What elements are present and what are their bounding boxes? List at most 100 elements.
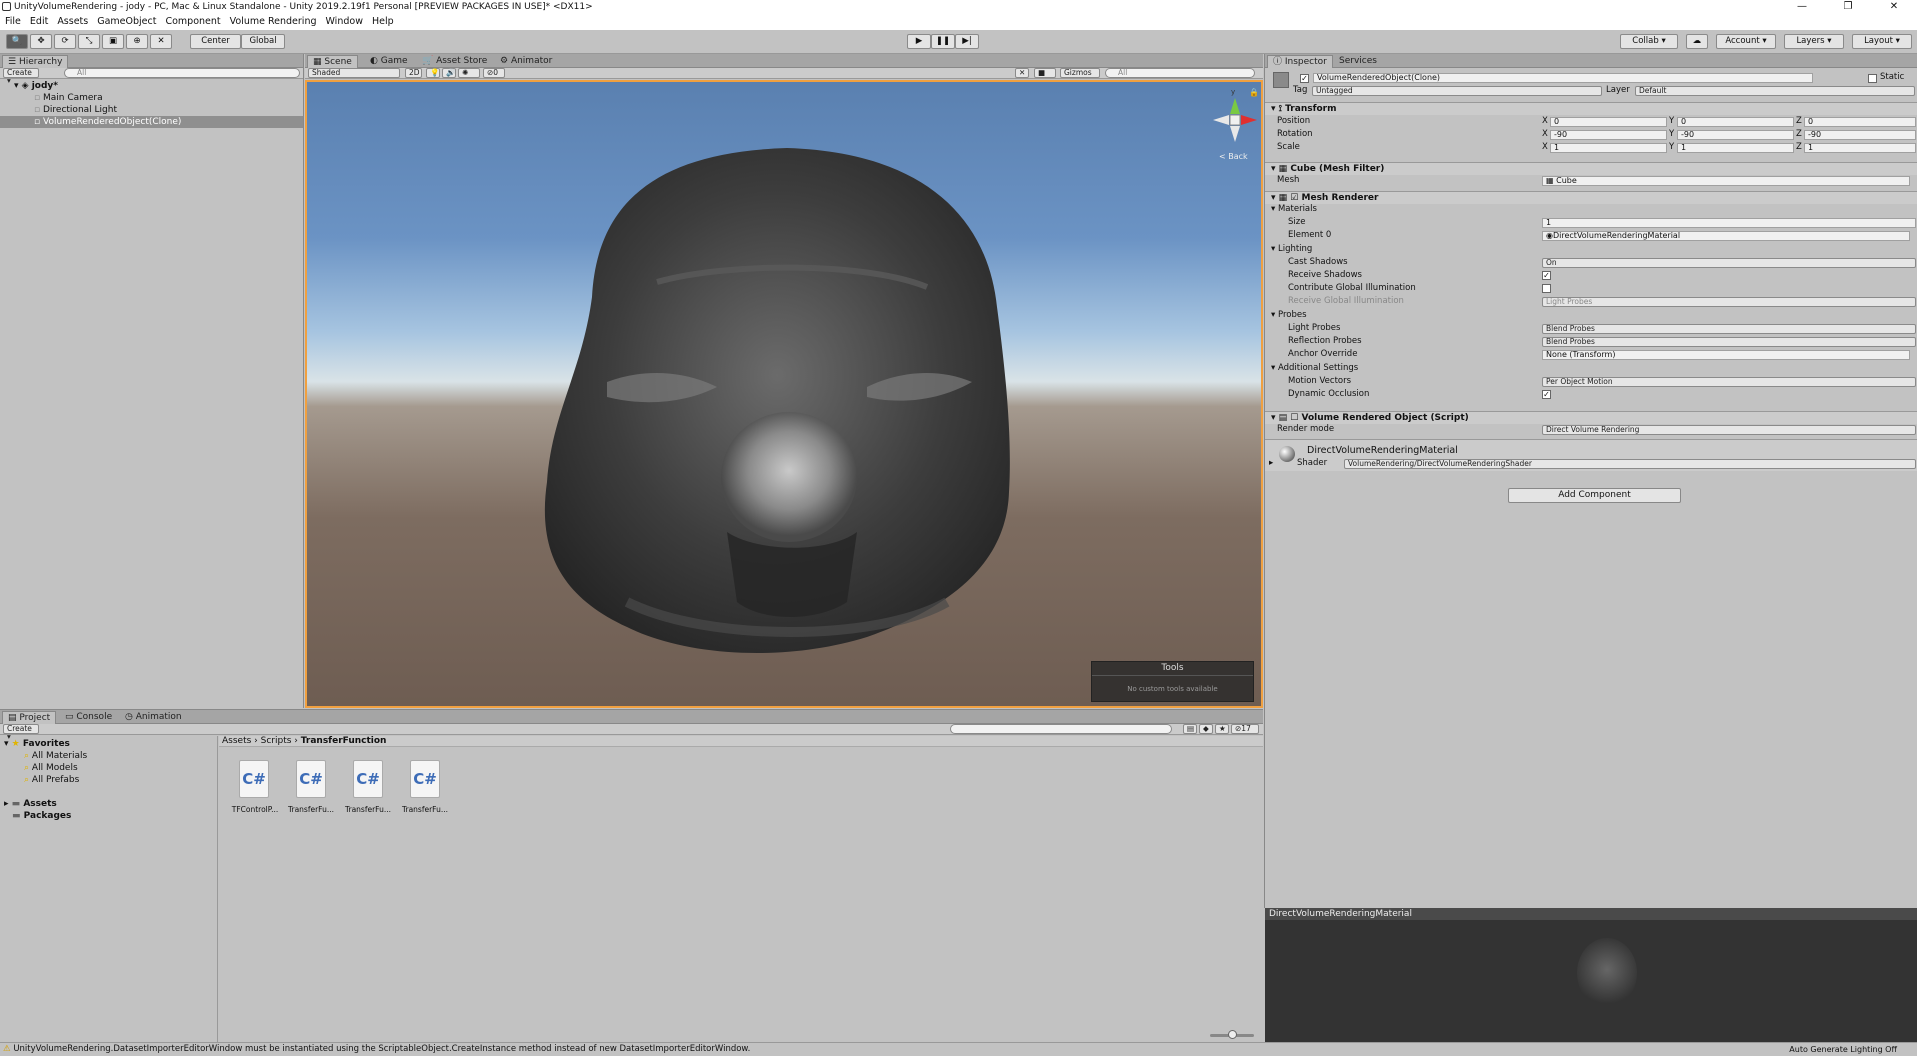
receive-shadows-checkbox[interactable]: ✓ bbox=[1542, 271, 1551, 280]
tab-project[interactable]: ▤ Project bbox=[2, 711, 57, 724]
layer-dropdown[interactable]: Default bbox=[1635, 86, 1915, 96]
status-message[interactable]: UnityVolumeRendering.DatasetImporterEdit… bbox=[13, 1044, 750, 1054]
favorites-folder[interactable]: ▾ ★ Favorites bbox=[0, 738, 217, 750]
motion-vectors-dropdown[interactable]: Per Object Motion bbox=[1542, 377, 1916, 387]
tab-animator[interactable]: ⚙ Animator bbox=[495, 55, 557, 68]
move-tool-button[interactable]: ✥ bbox=[30, 34, 52, 49]
menu-file[interactable]: File bbox=[1, 14, 25, 30]
material-foldout-arrow[interactable]: ▸ bbox=[1269, 458, 1273, 469]
csharp-file-icon[interactable]: C# bbox=[296, 760, 326, 798]
tag-dropdown[interactable]: Untagged bbox=[1312, 86, 1602, 96]
csharp-file-icon[interactable]: C# bbox=[353, 760, 383, 798]
rotation-x-field[interactable]: -90 bbox=[1550, 130, 1667, 140]
favorite-button[interactable]: ★ bbox=[1215, 724, 1229, 734]
2d-toggle[interactable]: 2D bbox=[405, 68, 422, 78]
transform-tool-button[interactable]: ⊕ bbox=[126, 34, 148, 49]
shading-mode-dropdown[interactable]: Shaded bbox=[308, 68, 400, 78]
favorite-item[interactable]: ⌕ All Prefabs bbox=[0, 774, 217, 786]
tab-inspector[interactable]: ⓘ Inspector bbox=[1267, 55, 1333, 68]
orientation-gizmo[interactable] bbox=[1205, 90, 1263, 150]
menu-component[interactable]: Component bbox=[161, 14, 224, 30]
custom-tool-button[interactable]: ✕ bbox=[150, 34, 172, 49]
menu-volume-rendering[interactable]: Volume Rendering bbox=[226, 14, 321, 30]
project-search-input[interactable] bbox=[950, 724, 1172, 734]
hidden-packages-toggle[interactable]: ⊘17 bbox=[1231, 724, 1259, 734]
pivot-center-toggle[interactable]: Center bbox=[190, 34, 241, 49]
icon-size-slider-thumb[interactable] bbox=[1228, 1030, 1237, 1039]
tab-scene[interactable]: ▦ Scene bbox=[307, 55, 358, 68]
gizmos-dropdown[interactable]: Gizmos bbox=[1060, 68, 1100, 78]
reflection-probes-dropdown[interactable]: Blend Probes bbox=[1542, 337, 1916, 347]
lighting-foldout[interactable]: ▾ Lighting bbox=[1271, 244, 1312, 255]
anchor-override-field[interactable]: None (Transform) bbox=[1542, 350, 1910, 360]
scene-root-row[interactable]: ▾ ◈ jody* bbox=[0, 80, 303, 92]
breadcrumb-scripts[interactable]: Scripts bbox=[261, 736, 292, 746]
active-checkbox[interactable]: ✓ bbox=[1300, 74, 1309, 83]
back-button[interactable]: < Back bbox=[1219, 152, 1248, 161]
element0-field[interactable]: ◉DirectVolumeRenderingMaterial bbox=[1542, 231, 1910, 241]
assets-folder[interactable]: ▸ ▬ Assets bbox=[0, 798, 217, 810]
script-header[interactable]: ▾ ▤ ☐ Volume Rendered Object (Script) bbox=[1265, 411, 1917, 424]
hierarchy-search-input[interactable]: All bbox=[64, 68, 300, 78]
project-create-dropdown[interactable]: Create ▾ bbox=[3, 724, 39, 741]
maximize-button[interactable]: ❐ bbox=[1825, 0, 1871, 14]
scene-tools-button[interactable]: ✕ bbox=[1015, 68, 1029, 78]
additional-settings-foldout[interactable]: ▾ Additional Settings bbox=[1271, 363, 1358, 374]
rotation-z-field[interactable]: -90 bbox=[1804, 130, 1916, 140]
breadcrumb-assets[interactable]: Assets bbox=[222, 736, 251, 746]
scale-tool-button[interactable]: ⤡ bbox=[78, 34, 100, 49]
tab-animation[interactable]: ◷ Animation bbox=[120, 711, 187, 724]
static-checkbox[interactable] bbox=[1868, 74, 1877, 83]
breadcrumb-transferfunction[interactable]: TransferFunction bbox=[301, 736, 387, 746]
light-probes-dropdown[interactable]: Blend Probes bbox=[1542, 324, 1916, 334]
menu-window[interactable]: Window bbox=[322, 14, 367, 30]
mesh-field[interactable]: ▦ Cube bbox=[1542, 176, 1910, 186]
pause-button[interactable]: ❚❚ bbox=[931, 34, 955, 49]
materials-foldout[interactable]: ▾ Materials bbox=[1271, 204, 1317, 215]
scale-x-field[interactable]: 1 bbox=[1550, 143, 1667, 153]
tab-game[interactable]: ◐ Game bbox=[365, 55, 413, 68]
scene-viewport[interactable]: y < Back 🔒 bbox=[305, 80, 1263, 708]
scale-z-field[interactable]: 1 bbox=[1804, 143, 1916, 153]
filter-type-button[interactable]: ▤ bbox=[1183, 724, 1197, 734]
cast-shadows-dropdown[interactable]: On bbox=[1542, 258, 1916, 268]
tab-asset-store[interactable]: 🛒 Asset Store bbox=[417, 55, 492, 68]
menu-gameobject[interactable]: GameObject bbox=[93, 14, 160, 30]
position-y-field[interactable]: 0 bbox=[1677, 117, 1794, 127]
menu-assets[interactable]: Assets bbox=[53, 14, 92, 30]
lighting-toggle[interactable]: 💡 bbox=[426, 68, 440, 78]
favorite-item[interactable]: ⌕ All Materials bbox=[0, 750, 217, 762]
preview-header[interactable]: DirectVolumeRenderingMaterial bbox=[1265, 908, 1917, 920]
transform-header[interactable]: ▾ ⟟ Transform bbox=[1265, 102, 1917, 115]
add-component-button[interactable]: Add Component bbox=[1508, 488, 1681, 503]
minimize-button[interactable]: — bbox=[1779, 0, 1825, 14]
audio-toggle[interactable]: 🔊 bbox=[442, 68, 456, 78]
hidden-objects-toggle[interactable]: ⊘0 bbox=[483, 68, 505, 78]
rotate-tool-button[interactable]: ⟳ bbox=[54, 34, 76, 49]
collab-dropdown[interactable]: Collab ▾ bbox=[1620, 34, 1678, 49]
object-name-field[interactable]: VolumeRenderedObject(Clone) bbox=[1313, 73, 1813, 83]
hierarchy-item[interactable]: ▫ Directional Light bbox=[0, 104, 303, 116]
tab-console[interactable]: ▭ Console bbox=[60, 711, 117, 724]
tab-services[interactable]: Services bbox=[1334, 55, 1382, 68]
effects-dropdown[interactable]: ✺ bbox=[458, 68, 480, 78]
favorite-item[interactable]: ⌕ All Models bbox=[0, 762, 217, 774]
scene-search-input[interactable]: All bbox=[1105, 68, 1255, 78]
hierarchy-item-selected[interactable]: ▫ VolumeRenderedObject(Clone) bbox=[0, 116, 303, 128]
render-mode-dropdown[interactable]: Direct Volume Rendering bbox=[1542, 425, 1916, 435]
cloud-button[interactable]: ☁ bbox=[1686, 34, 1708, 49]
rotation-y-field[interactable]: -90 bbox=[1677, 130, 1794, 140]
shader-dropdown[interactable]: VolumeRendering/DirectVolumeRenderingSha… bbox=[1344, 459, 1916, 469]
hand-tool-button[interactable]: 🔍 bbox=[6, 34, 28, 49]
menu-edit[interactable]: Edit bbox=[26, 14, 52, 30]
close-button[interactable]: ✕ bbox=[1871, 0, 1917, 14]
csharp-file-icon[interactable]: C# bbox=[239, 760, 269, 798]
play-button[interactable]: ▶ bbox=[907, 34, 931, 49]
mesh-filter-header[interactable]: ▾ ▦ Cube (Mesh Filter) bbox=[1265, 162, 1917, 175]
camera-dropdown[interactable]: ■ bbox=[1034, 68, 1056, 78]
rect-tool-button[interactable]: ▣ bbox=[102, 34, 124, 49]
hierarchy-create-dropdown[interactable]: Create ▾ bbox=[3, 68, 39, 85]
filter-label-button[interactable]: ◆ bbox=[1199, 724, 1213, 734]
menu-help[interactable]: Help bbox=[368, 14, 398, 30]
size-field[interactable]: 1 bbox=[1542, 218, 1916, 228]
